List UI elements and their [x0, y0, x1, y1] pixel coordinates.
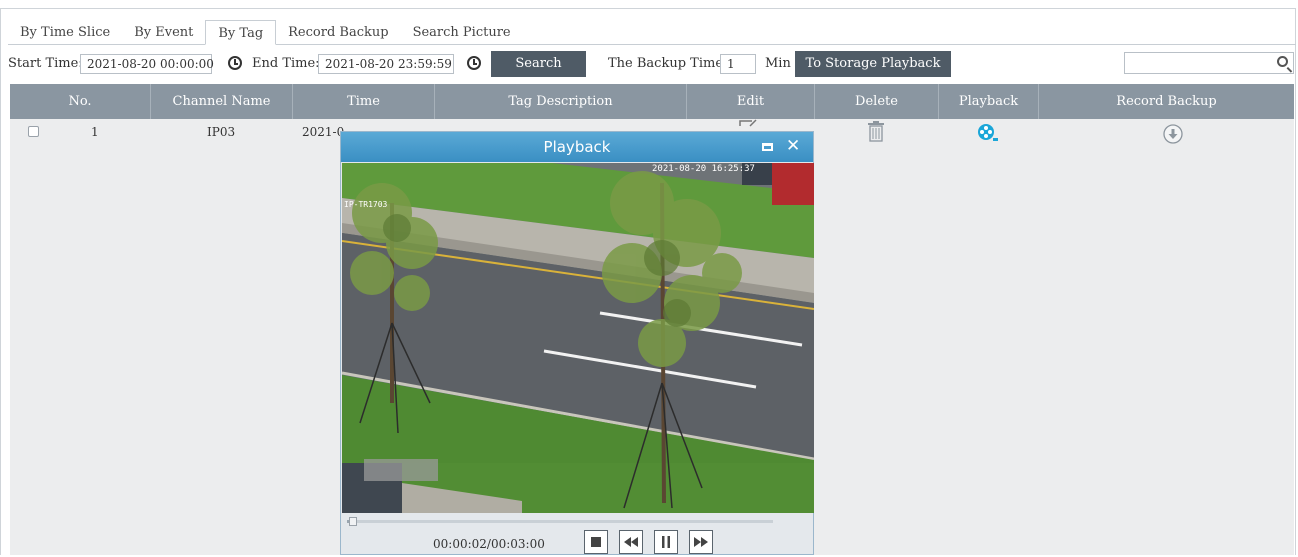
close-icon[interactable]: ✕ [786, 136, 800, 156]
row-channel-name: IP03 [207, 125, 236, 139]
pause-icon [662, 536, 670, 548]
column-edit: Edit [687, 84, 815, 119]
clock-icon[interactable] [467, 56, 481, 70]
to-storage-playback-button[interactable]: To Storage Playback [795, 51, 951, 77]
fast-forward-icon [694, 537, 708, 547]
clock-icon[interactable] [228, 56, 242, 70]
search-icon[interactable] [1277, 56, 1288, 67]
start-time-label: Start Time: [8, 56, 83, 71]
pause-button[interactable] [654, 530, 678, 554]
video-timestamp: 2021-08-20 16:25:37 [652, 164, 755, 174]
column-record-backup: Record Backup [1116, 94, 1217, 109]
tab-by-tag[interactable]: By Tag [205, 20, 277, 45]
tab-by-time-slice[interactable]: By Time Slice [8, 20, 122, 45]
row-checkbox[interactable] [28, 126, 39, 137]
tab-divider [8, 44, 1296, 45]
tab-by-event[interactable]: By Event [122, 20, 205, 45]
video-frame[interactable]: 2021-08-20 16:25:37 IP-TR1703 [342, 163, 814, 513]
stop-button[interactable] [584, 530, 608, 554]
dialog-title-bar[interactable]: Playback ✕ [341, 132, 813, 162]
search-toolbar: Start Time: 2021-08-20 00:00:00 End Time… [0, 50, 1298, 78]
video-channel-label: IP-TR1703 [344, 200, 388, 209]
playback-time: 00:00:02/00:03:00 [433, 537, 545, 551]
column-time: Time [293, 84, 435, 119]
search-button[interactable]: Search [491, 51, 586, 77]
tab-record-backup[interactable]: Record Backup [276, 20, 400, 45]
dialog-title: Playback [543, 138, 611, 156]
column-delete: Delete [815, 84, 939, 119]
trash-icon[interactable] [866, 121, 886, 143]
playback-dialog: Playback ✕ 2021-08-20 16:25:37 IP-TR1703… [340, 131, 814, 555]
backup-time-label: The Backup Time: [608, 56, 728, 71]
column-no: No. [10, 84, 151, 119]
backup-time-input[interactable]: 1 [720, 54, 756, 74]
maximize-icon[interactable] [762, 143, 773, 151]
edit-icon[interactable] [738, 119, 760, 127]
start-time-field[interactable]: 2021-08-20 00:00:00 [80, 54, 214, 74]
download-icon[interactable] [1162, 123, 1184, 145]
film-reel-icon[interactable] [976, 123, 1000, 143]
rewind-icon [624, 537, 638, 547]
video-image: 2021-08-20 16:25:37 IP-TR1703 [342, 163, 814, 513]
backup-unit-label: Min [765, 56, 791, 71]
search-input[interactable] [1124, 52, 1294, 74]
tab-bar: By Time Slice By Event By Tag Record Bac… [8, 20, 523, 45]
playback-progress-bar[interactable] [347, 520, 773, 523]
fast-forward-button[interactable] [689, 530, 713, 554]
rewind-button[interactable] [619, 530, 643, 554]
row-time: 2021-0 [302, 125, 345, 139]
end-time-label: End Time: [252, 56, 320, 71]
stop-icon [591, 537, 601, 547]
end-time-field[interactable]: 2021-08-20 23:59:59 [318, 54, 454, 74]
table-header: No. Channel Name Time Tag Description Ed… [10, 84, 1294, 119]
playback-progress-handle[interactable] [349, 517, 357, 526]
column-channel-name: Channel Name [151, 84, 293, 119]
tab-search-picture[interactable]: Search Picture [401, 20, 523, 45]
column-tag-description: Tag Description [435, 84, 687, 119]
column-playback: Playback [939, 84, 1039, 119]
row-number: 1 [91, 125, 99, 139]
